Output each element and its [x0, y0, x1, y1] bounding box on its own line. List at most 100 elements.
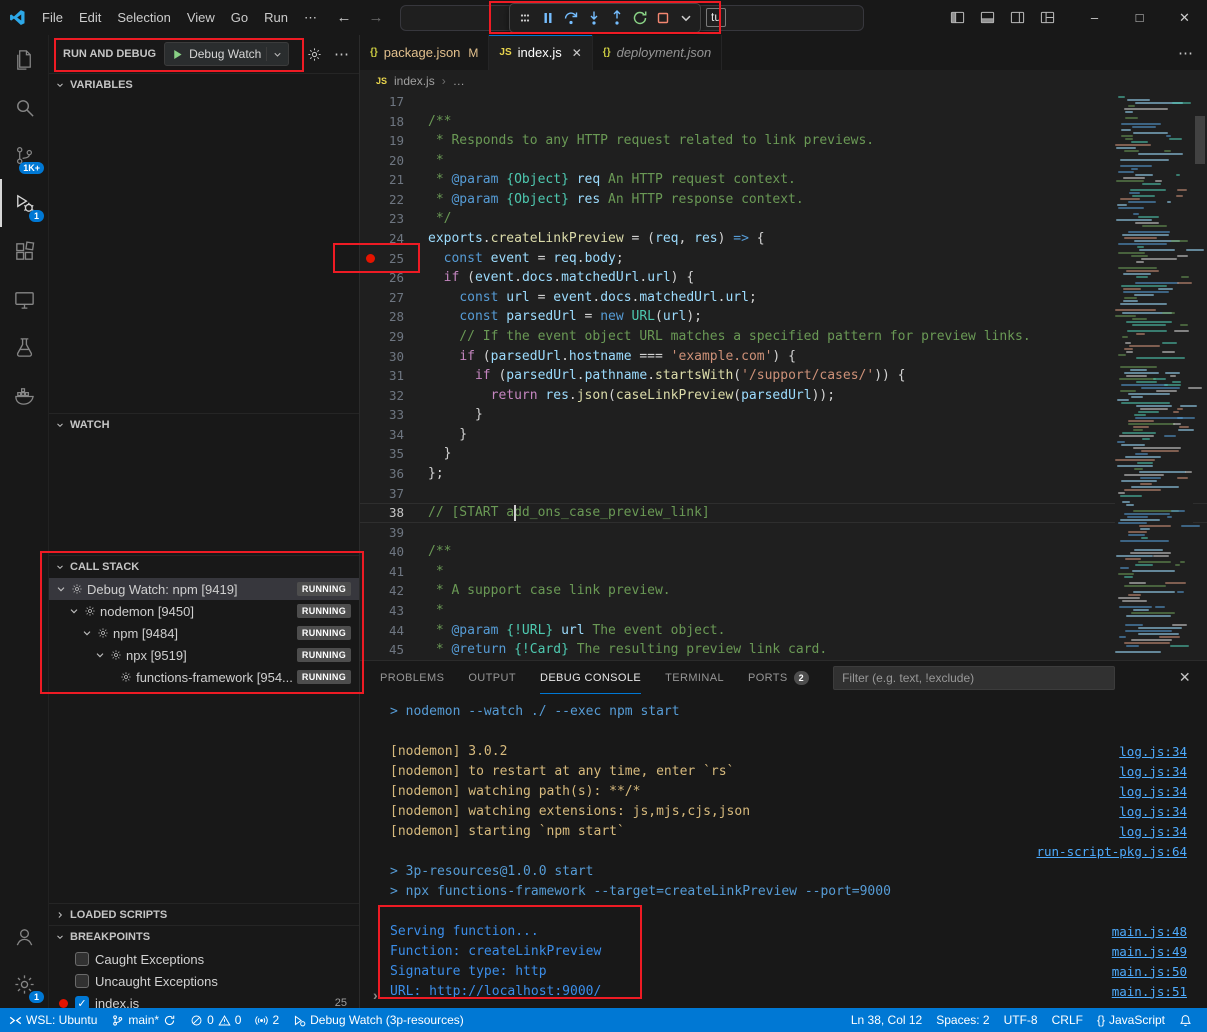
gutter-28[interactable]: 28	[360, 307, 420, 327]
gutter-44[interactable]: 44	[360, 621, 420, 641]
activity-remote-explorer[interactable]	[0, 275, 48, 323]
gutter-26[interactable]: 26	[360, 268, 420, 288]
breadcrumb-file[interactable]: index.js	[394, 74, 435, 88]
menu-edit[interactable]: Edit	[71, 6, 109, 29]
call-stack-item[interactable]: npm [9484]RUNNING	[49, 622, 359, 644]
code-line-32[interactable]: 32 return res.json(caseLinkPreview(parse…	[360, 386, 1207, 406]
console-source-link[interactable]: log.js:34	[1119, 744, 1187, 759]
code-line-40[interactable]: 40/**	[360, 542, 1207, 562]
gutter-42[interactable]: 42	[360, 581, 420, 601]
gutter-45[interactable]: 45	[360, 640, 420, 660]
code-line-36[interactable]: 36};	[360, 464, 1207, 484]
call-stack-item[interactable]: npx [9519]RUNNING	[49, 644, 359, 666]
code-line-18[interactable]: 18/**	[360, 112, 1207, 132]
layout-sidebar-left-button[interactable]	[942, 10, 972, 25]
console-source-link[interactable]: log.js:34	[1119, 804, 1187, 819]
gutter-40[interactable]: 40	[360, 542, 420, 562]
gutter-24[interactable]: 24	[360, 229, 420, 249]
gutter-34[interactable]: 34	[360, 425, 420, 445]
tab-index.js[interactable]: JSindex.js✕	[489, 35, 592, 70]
stop-button[interactable]	[651, 7, 674, 30]
menubar-more-button[interactable]: ⋯	[296, 6, 325, 30]
gutter-39[interactable]: 39	[360, 523, 420, 543]
gutter-20[interactable]: 20	[360, 151, 420, 171]
menu-run[interactable]: Run	[256, 6, 296, 29]
call-stack-item[interactable]: nodemon [9450]RUNNING	[49, 600, 359, 622]
console-source-link[interactable]: log.js:34	[1119, 824, 1187, 839]
code-line-26[interactable]: 26 if (event.docs.matched​Url.url) {	[360, 268, 1207, 288]
status-git-branch[interactable]: main*	[104, 1008, 183, 1032]
menu-go[interactable]: Go	[223, 6, 256, 29]
code-line-28[interactable]: 28 const parsedUrl = new URL(url);	[360, 307, 1207, 327]
gutter-32[interactable]: 32	[360, 386, 420, 406]
layout-sidebar-right-button[interactable]	[1002, 10, 1032, 25]
gutter-21[interactable]: 21	[360, 170, 420, 190]
code-line-19[interactable]: 19 * Responds to any HTTP request relate…	[360, 131, 1207, 151]
console-filter-input[interactable]	[833, 666, 1115, 690]
panel-tab-output[interactable]: OUTPUT	[468, 661, 516, 694]
gutter-31[interactable]: 31	[360, 366, 420, 386]
layout-panel-button[interactable]	[972, 10, 1002, 25]
close-icon[interactable]: ✕	[1179, 669, 1191, 686]
gutter-22[interactable]: 22	[360, 190, 420, 210]
panel-tab-ports[interactable]: PORTS2	[748, 661, 809, 694]
call-stack-header[interactable]: CALL STACK	[49, 555, 359, 578]
activity-search[interactable]	[0, 83, 48, 131]
code-line-38[interactable]: 38// [START add_ons_case_preview_link]	[360, 503, 1207, 523]
gutter-30[interactable]: 30	[360, 347, 420, 367]
code-line-24[interactable]: 24exports.createLinkPreview = (req, res)…	[360, 229, 1207, 249]
chevron-down-icon[interactable]	[266, 47, 283, 61]
status-remote[interactable]: WSL: Ubuntu	[2, 1008, 104, 1032]
gutter-33[interactable]: 33	[360, 405, 420, 425]
command-center[interactable]: tu	[400, 5, 864, 31]
code-line-33[interactable]: 33 }	[360, 405, 1207, 425]
variables-header[interactable]: VARIABLES	[49, 73, 359, 96]
code-line-25[interactable]: 25 const event = req.body;	[360, 249, 1207, 269]
activity-source-control[interactable]: 1K+	[0, 131, 48, 179]
status-notifications[interactable]	[1172, 1008, 1199, 1032]
panel-tab-debug-console[interactable]: DEBUG CONSOLE	[540, 661, 641, 694]
code-line-39[interactable]: 39	[360, 523, 1207, 543]
menu-file[interactable]: File	[34, 6, 71, 29]
nav-forward-button[interactable]: →	[363, 9, 389, 26]
gutter-41[interactable]: 41	[360, 562, 420, 582]
code-line-37[interactable]: 37	[360, 484, 1207, 504]
code-line-27[interactable]: 27 const url = event.docs.matchedUrl.url…	[360, 288, 1207, 308]
breakpoint-dot[interactable]	[366, 254, 375, 263]
console-source-link[interactable]: main.js:50	[1112, 964, 1187, 979]
panel-tab-problems[interactable]: PROBLEMS	[380, 661, 444, 694]
code-line-44[interactable]: 44 * @param {!URL} url The event object.	[360, 621, 1207, 641]
maximize-button[interactable]: □	[1117, 0, 1162, 35]
close-icon[interactable]: ✕	[572, 46, 582, 60]
tab-package.json[interactable]: {}package.jsonM	[360, 35, 489, 70]
scrollbar-thumb[interactable]	[1195, 116, 1205, 164]
console-source-link[interactable]: run-script-pkg.js:64	[1036, 844, 1187, 859]
breakpoints-header[interactable]: BREAKPOINTS	[49, 925, 359, 948]
code-line-41[interactable]: 41 *	[360, 562, 1207, 582]
status-language-mode[interactable]: {}JavaScript	[1090, 1008, 1172, 1032]
breakpoint-checkbox[interactable]: ✓	[75, 996, 89, 1008]
console-source-link[interactable]: main.js:51	[1112, 984, 1187, 999]
call-stack-item[interactable]: Debug Watch: npm [9419]RUNNING	[49, 578, 359, 600]
gutter-18[interactable]: 18	[360, 112, 420, 132]
code-line-21[interactable]: 21 * @param {Object} req An HTTP request…	[360, 170, 1207, 190]
activity-docker[interactable]	[0, 371, 48, 419]
nav-back-button[interactable]: ←	[331, 9, 357, 26]
minimap[interactable]	[1115, 92, 1193, 660]
code-line-35[interactable]: 35 }	[360, 444, 1207, 464]
start-debug-icon[interactable]	[171, 48, 184, 61]
sidebar-more-icon[interactable]: ⋯	[334, 45, 349, 63]
editor-scrollbar[interactable]	[1193, 92, 1207, 660]
status-cursor-position[interactable]: Ln 38, Col 12	[844, 1008, 929, 1032]
activity-explorer[interactable]	[0, 35, 48, 83]
pause-button[interactable]	[536, 7, 559, 30]
status-problems[interactable]: 00	[183, 1008, 248, 1032]
close-button[interactable]: ✕	[1162, 0, 1207, 35]
breakpoint-checkbox[interactable]	[75, 952, 89, 966]
code-line-22[interactable]: 22 * @param {Object} res An HTTP respons…	[360, 190, 1207, 210]
gutter-25[interactable]: 25	[360, 249, 420, 269]
breadcrumb-more[interactable]: …	[453, 74, 465, 88]
restart-button[interactable]	[628, 7, 651, 30]
activity-testing[interactable]	[0, 323, 48, 371]
gutter-17[interactable]: 17	[360, 92, 420, 112]
